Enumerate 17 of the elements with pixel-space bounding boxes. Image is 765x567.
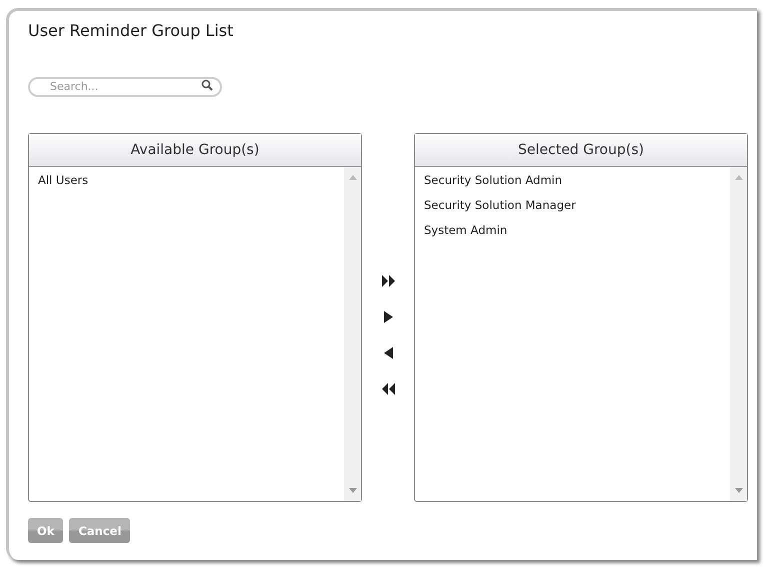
double-triangle-right-icon: [380, 274, 396, 288]
list-item[interactable]: System Admin: [424, 223, 721, 248]
scroll-up-icon[interactable]: [348, 175, 356, 180]
double-triangle-left-icon: [380, 382, 396, 396]
scroll-down-icon[interactable]: [734, 488, 742, 493]
search-field[interactable]: Search...: [28, 76, 222, 96]
scroll-up-icon[interactable]: [734, 175, 742, 180]
scrollbar[interactable]: [344, 167, 361, 501]
list-header: Selected Group(s): [415, 134, 747, 167]
scroll-down-icon[interactable]: [348, 488, 356, 493]
list-header: Available Group(s): [29, 134, 361, 167]
list-item[interactable]: Security Solution Admin: [424, 173, 721, 198]
dialog-title: User Reminder Group List: [28, 21, 234, 42]
list-item[interactable]: Security Solution Manager: [424, 198, 721, 223]
search-icon: [201, 79, 213, 91]
scrollbar[interactable]: [730, 167, 747, 501]
list-item[interactable]: All Users: [38, 173, 335, 198]
